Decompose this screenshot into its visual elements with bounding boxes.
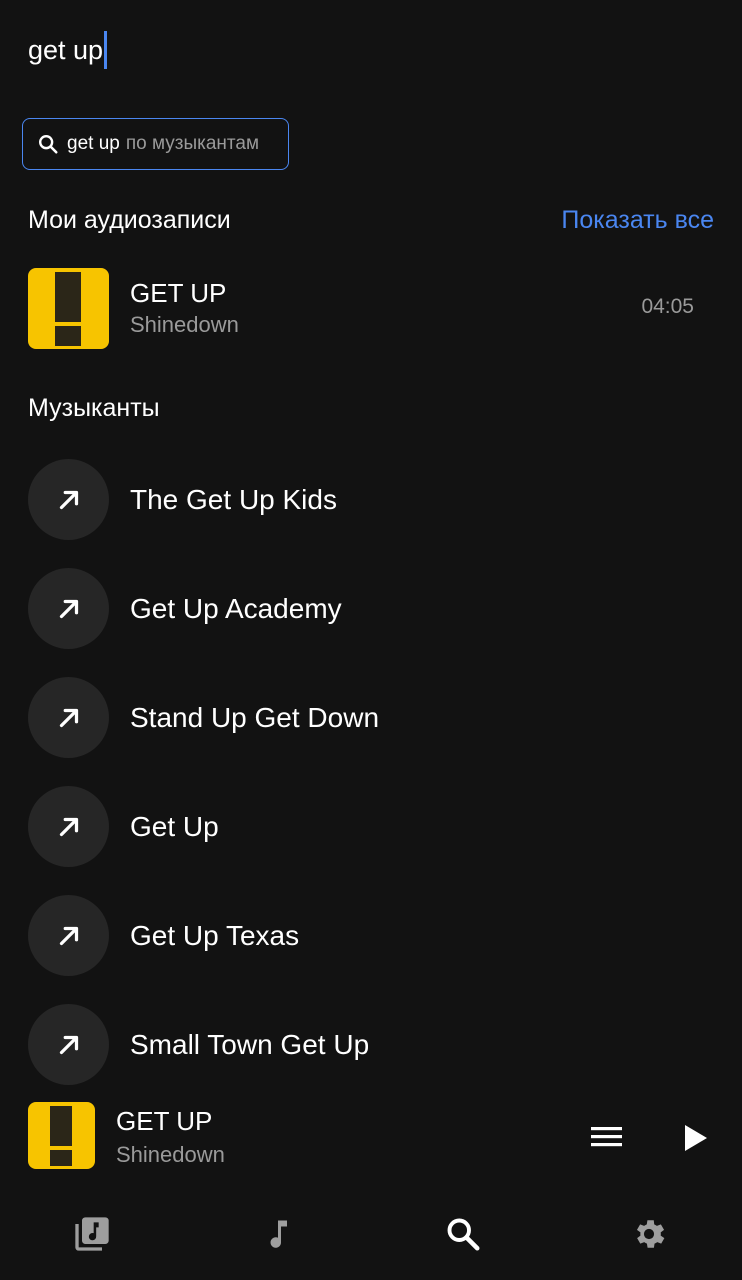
artist-name: Get Up bbox=[130, 811, 219, 842]
text-caret bbox=[104, 31, 108, 69]
search-nav-icon[interactable] bbox=[439, 1210, 487, 1258]
album-cover bbox=[28, 268, 109, 349]
player-track-artist: Shinedown bbox=[116, 1142, 225, 1167]
music-note-icon[interactable] bbox=[254, 1210, 302, 1258]
settings-gear-icon[interactable] bbox=[625, 1210, 673, 1258]
player-track-title: GET UP bbox=[116, 1106, 213, 1136]
track-duration: 04:05 bbox=[641, 295, 694, 318]
artists-title: Музыканты bbox=[28, 394, 160, 422]
artist-item[interactable]: Get Up Texas bbox=[28, 895, 714, 977]
player-album-cover bbox=[28, 1102, 95, 1169]
my-audio-title: Мои аудиозаписи bbox=[28, 206, 231, 234]
chip-query: get up bbox=[67, 133, 120, 154]
artist-item[interactable]: Stand Up Get Down bbox=[28, 677, 714, 759]
artist-name: Get Up Texas bbox=[130, 920, 300, 951]
artist-name: Stand Up Get Down bbox=[130, 702, 380, 733]
mini-player[interactable]: GET UP Shinedown bbox=[0, 1092, 742, 1182]
bottom-navigation bbox=[0, 1190, 742, 1280]
show-all-link[interactable]: Показать все bbox=[561, 206, 714, 235]
artist-item[interactable]: Get Up bbox=[28, 786, 714, 868]
chip-scope: по музыкантам bbox=[125, 133, 260, 154]
artist-name: Small Town Get Up bbox=[130, 1029, 370, 1060]
track-row[interactable]: GET UP Shinedown 04:05 bbox=[28, 268, 714, 350]
arrow-up-right-icon bbox=[28, 895, 109, 976]
artist-name: The Get Up Kids bbox=[130, 484, 337, 515]
arrow-up-right-icon bbox=[28, 568, 109, 649]
arrow-up-right-icon bbox=[28, 677, 109, 758]
play-icon[interactable] bbox=[680, 1120, 712, 1156]
artist-item[interactable]: Small Town Get Up bbox=[28, 1004, 714, 1086]
queue-menu-icon[interactable] bbox=[588, 1120, 628, 1156]
artist-item[interactable]: Get Up Academy bbox=[28, 568, 714, 650]
artist-item[interactable]: The Get Up Kids bbox=[28, 459, 714, 541]
search-by-artists-chip[interactable]: get up по музыкантам bbox=[22, 118, 289, 170]
track-artist: Shinedown bbox=[130, 312, 239, 337]
library-icon[interactable] bbox=[68, 1210, 116, 1258]
search-icon bbox=[39, 135, 58, 154]
arrow-up-right-icon bbox=[28, 459, 109, 540]
search-query-text: get up bbox=[28, 35, 104, 65]
arrow-up-right-icon bbox=[28, 786, 109, 867]
artist-name: Get Up Academy bbox=[130, 593, 342, 624]
track-title: GET UP bbox=[130, 278, 227, 308]
arrow-up-right-icon bbox=[28, 1004, 109, 1085]
search-input[interactable]: get up bbox=[28, 30, 108, 70]
